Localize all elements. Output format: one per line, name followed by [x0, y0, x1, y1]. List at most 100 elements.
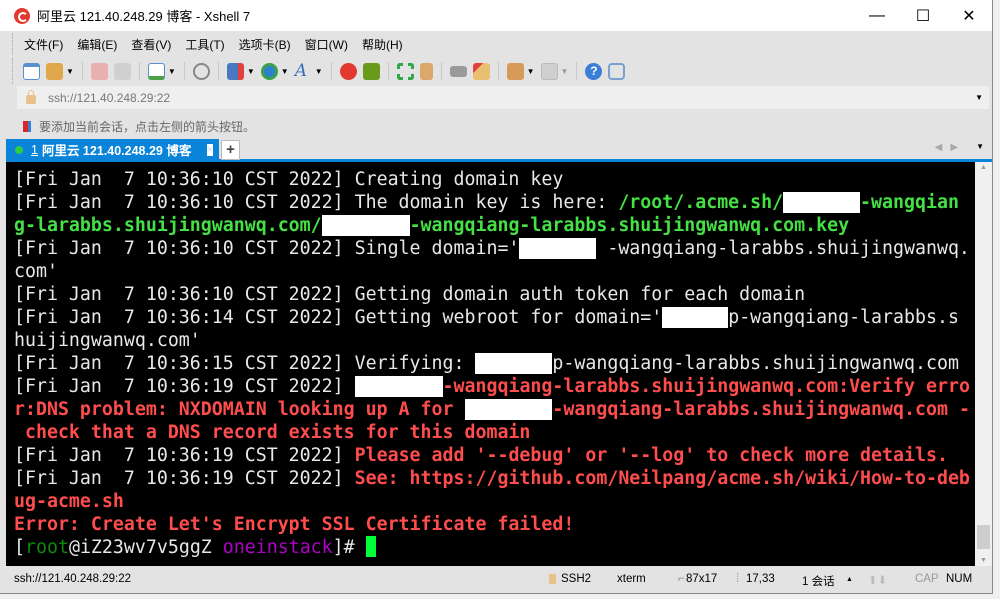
terminal-text: g-larabbs.shuijingwanwq.com/ [14, 215, 322, 236]
redaction-box [354, 376, 443, 397]
terminal-text: [Fri Jan 7 10:36:14 CST 2022] Getting we… [14, 307, 663, 328]
separator [138, 62, 140, 80]
terminal-text: [Fri Jan 7 10:36:10 CST 2022] Single dom… [14, 238, 520, 259]
chevron-down-icon[interactable]: ▼ [315, 67, 323, 76]
tab-session[interactable]: 1 阿里云 121.40.248.29 博客 × [6, 139, 219, 160]
chevron-down-icon[interactable]: ▼ [561, 67, 569, 76]
tile-icon[interactable] [540, 62, 558, 80]
terminal[interactable]: [Fri Jan 7 10:36:10 CST 2022] Creating d… [6, 162, 992, 566]
terminal-line: [Fri Jan 7 10:36:10 CST 2022] Creating d… [14, 168, 970, 191]
status-bar: ssh://121.40.248.29:22 SSH2 xterm ⌐ 87x1… [6, 567, 992, 592]
layout-icon[interactable] [226, 62, 244, 80]
redaction-box [519, 238, 597, 259]
terminal-text: com' [14, 261, 58, 282]
window-title: 阿里云 121.40.248.29 博客 - Xshell 7 [37, 9, 251, 24]
terminal-text: Please add '--debug' or '--log' to check… [354, 445, 948, 466]
terminal-cursor [365, 536, 376, 557]
tab-close-icon[interactable]: × [206, 143, 213, 156]
terminal-line: com' [14, 260, 970, 283]
terminal-text: [Fri Jan 7 10:36:10 CST 2022] The domain… [14, 192, 619, 213]
address-bar[interactable]: ssh://121.40.248.29:22 ▼ [17, 86, 989, 109]
menu-tabs[interactable]: 选项卡(B) [239, 36, 291, 53]
tab-next-icon[interactable]: ▶ [950, 142, 958, 153]
scrollbar-thumb[interactable] [977, 525, 990, 549]
separator [497, 62, 499, 80]
chat-icon[interactable] [608, 62, 626, 80]
menu-help[interactable]: 帮助(H) [362, 36, 403, 53]
redaction-box [464, 399, 553, 420]
chevron-up-icon[interactable]: ▲ [846, 576, 853, 583]
terminal-text: -wangqiang-larabbs.shuijingwanwq.com.key [409, 215, 850, 236]
tab-prev-icon[interactable]: ◀ [935, 142, 943, 153]
globe-icon[interactable] [260, 62, 278, 80]
menu-window[interactable]: 窗口(W) [305, 36, 348, 53]
size-icon: ⌐ [678, 573, 685, 585]
xftp-icon[interactable] [362, 62, 380, 80]
terminal-text: [ [14, 537, 25, 558]
minimize-button[interactable]: — [854, 0, 900, 31]
terminal-text: p-wangqiang-larabbs.shuijingwanwq.com [552, 353, 959, 374]
status-sessions[interactable]: 1 会话 [802, 573, 835, 589]
chevron-down-icon[interactable]: ▼ [247, 67, 255, 76]
tab-label: 阿里云 121.40.248.29 博客 [41, 144, 192, 158]
session-properties-icon[interactable] [147, 62, 165, 80]
terminal-line: [Fri Jan 7 10:36:19 CST 2022] See: https… [14, 467, 970, 490]
close-button[interactable]: ✕ [946, 0, 992, 31]
tab-list-icon[interactable]: ▼ [976, 142, 984, 153]
terminal-line: huijingwanwq.com' [14, 329, 970, 352]
separator [576, 62, 578, 80]
new-tab-button[interactable]: + [221, 140, 240, 160]
status-size: 87x17 [686, 573, 718, 585]
disconnect-icon[interactable] [90, 62, 108, 80]
chevron-down-icon[interactable]: ▼ [527, 67, 535, 76]
separator [81, 62, 83, 80]
scroll-down-icon[interactable]: ▼ [980, 557, 987, 564]
reconnect-icon[interactable] [113, 62, 131, 80]
tab-navigation: ◀ ▶ ▼ [935, 142, 984, 153]
lock-icon [26, 90, 36, 104]
address-input[interactable]: ssh://121.40.248.29:22 [48, 91, 170, 105]
scroll-up-icon[interactable]: ▲ [980, 164, 987, 171]
terminal-line: [Fri Jan 7 10:36:15 CST 2022] Verifying:… [14, 352, 970, 375]
help-icon[interactable]: ? [585, 62, 603, 80]
new-session-icon[interactable] [23, 62, 40, 80]
keyboard-icon[interactable] [449, 65, 467, 77]
terminal-text: check that a DNS record exists for this … [14, 422, 531, 443]
separator [387, 62, 389, 80]
terminal-text: r:DNS problem: NXDOMAIN looking up A for [14, 399, 465, 420]
terminal-text: -wangqiang-larabbs.shuijingwanwq.com - [552, 399, 970, 420]
bookmark-arrow-icon[interactable] [23, 120, 31, 132]
status-cursor: 17,33 [746, 573, 775, 585]
terminal-text: oneinstack [222, 537, 333, 558]
lock-icon [549, 574, 556, 584]
toolbar: ▼ ▼ ▼ ▼ A ▼ ▼ ▼ ? [12, 58, 992, 84]
menu-bar: 文件(F) 编辑(E) 查看(V) 工具(T) 选项卡(B) 窗口(W) 帮助(… [12, 33, 406, 55]
connected-status-icon [15, 145, 23, 154]
highlight-icon[interactable] [472, 62, 490, 80]
menu-tools[interactable]: 工具(T) [185, 36, 224, 53]
chevron-down-icon[interactable]: ▼ [168, 67, 176, 76]
terminal-line: r:DNS problem: NXDOMAIN looking up A for… [14, 398, 970, 421]
chevron-down-icon[interactable]: ▼ [66, 67, 74, 76]
font-icon[interactable]: A [295, 62, 312, 80]
search-icon[interactable] [192, 62, 210, 80]
terminal-text: [Fri Jan 7 10:36:19 CST 2022] [14, 376, 355, 397]
xshell-logo-icon [14, 7, 30, 24]
chevron-down-icon[interactable]: ▼ [975, 93, 983, 102]
new-folder-icon[interactable] [506, 62, 524, 80]
terminal-line: [Fri Jan 7 10:36:19 CST 2022] Please add… [14, 444, 970, 467]
xshell-icon[interactable] [339, 62, 357, 80]
status-cap: CAP [915, 573, 939, 585]
menu-edit[interactable]: 编辑(E) [77, 36, 117, 53]
fullscreen-icon[interactable] [396, 62, 414, 80]
menu-file[interactable]: 文件(F) [24, 36, 63, 53]
chevron-down-icon[interactable]: ▼ [281, 67, 289, 76]
open-folder-icon[interactable] [46, 62, 63, 80]
terminal-text: -wangqian [860, 192, 959, 213]
separator [330, 62, 332, 80]
vertical-scrollbar[interactable]: ▲ ▼ [975, 162, 992, 566]
terminal-text: root [25, 537, 69, 558]
maximize-button[interactable]: ☐ [900, 0, 946, 31]
menu-view[interactable]: 查看(V) [131, 36, 171, 53]
lock-icon[interactable] [419, 62, 433, 80]
